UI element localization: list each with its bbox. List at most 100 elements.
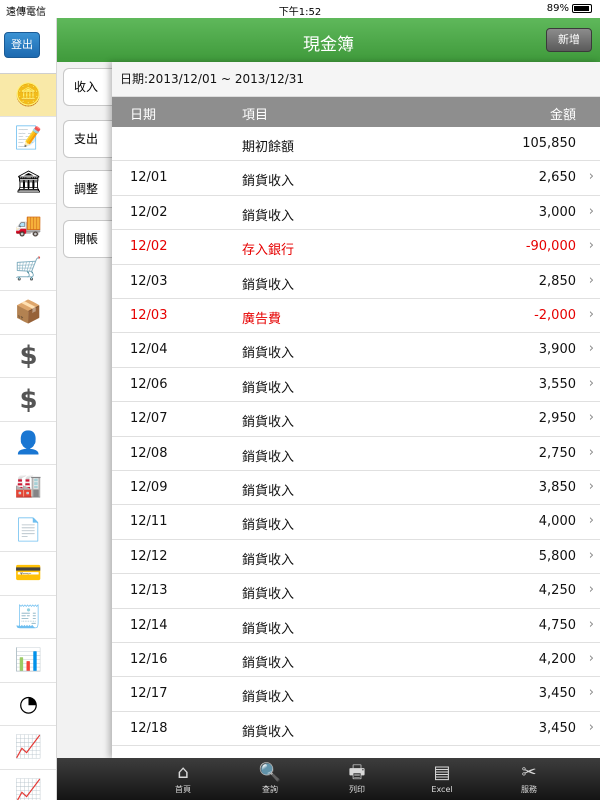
chevron-right-icon: › (588, 479, 594, 494)
row-date: 12/03 (130, 273, 168, 289)
row-date: 12/08 (130, 445, 168, 461)
row-amount: 3,450 (538, 686, 576, 702)
row-date: 12/16 (130, 652, 168, 667)
chevron-right-icon: › (588, 616, 594, 632)
printer-icon: 🖶 (348, 762, 366, 783)
table-row: 期初餘額 105,850 (112, 127, 600, 162)
chevron-right-icon: › (588, 375, 594, 391)
battery-indicator: 89% (547, 3, 592, 14)
bank-icon[interactable]: 🏛 (0, 161, 56, 204)
table-row[interactable]: 12/02 銷貨收入 3,000 › (112, 195, 600, 231)
chevron-right-icon: › (588, 410, 594, 426)
table-row[interactable]: 12/11 銷貨收入 4,000 › (112, 505, 600, 540)
row-date: 12/12 (130, 548, 168, 564)
table-row[interactable]: 12/01 銷貨收入 2,650 › (112, 161, 600, 196)
pie-chart-icon[interactable]: ◔ (0, 683, 56, 726)
form-edit-icon[interactable]: 📝 (0, 117, 56, 161)
coins-icon[interactable]: 🪙 (0, 74, 56, 117)
row-item: 銷貨收入 (242, 656, 295, 671)
row-amount: 3,850 (538, 480, 576, 495)
tab-adjust[interactable]: 調整 (63, 170, 115, 208)
dollar-out-icon[interactable]: $ (0, 378, 56, 422)
bar-chart-icon[interactable]: 📊 (0, 639, 56, 683)
toolbar-home-button[interactable]: ⌂ 首頁 (153, 758, 213, 800)
tab-opening[interactable]: 開帳 (63, 220, 115, 258)
page-title: 現金簿 (303, 35, 354, 55)
inventory-cart-icon[interactable]: 🛒 (0, 248, 56, 291)
credit-card-icon[interactable]: 💳 (0, 552, 56, 596)
row-date: 12/06 (130, 376, 168, 392)
table-row[interactable]: 12/09 銷貨收入 3,850 › (112, 471, 600, 506)
chevron-right-icon: › (588, 169, 594, 185)
dollar-in-icon[interactable]: $ (0, 335, 56, 378)
date-range: 日期:2013/12/01 ~ 2013/12/31 (112, 62, 600, 97)
table-row[interactable]: 12/16 銷貨收入 4,200 › (112, 643, 600, 678)
trend-chart-icon[interactable]: 📈 (0, 770, 56, 800)
row-date: 12/09 (130, 480, 168, 495)
battery-percent: 89% (546, 3, 569, 14)
row-amount: 2,850 (538, 273, 576, 289)
row-date: 12/14 (130, 617, 168, 633)
row-amount: 2,750 (538, 445, 576, 461)
chevron-right-icon: › (588, 203, 594, 219)
toolbar-tools-button[interactable]: ✂ 服務 (499, 758, 559, 800)
row-item: 存入銀行 (242, 243, 295, 259)
table-row[interactable]: 12/02 存入銀行 -90,000 › (112, 230, 600, 265)
logout-area: 登出 (0, 18, 56, 74)
document-box-icon[interactable]: 📄 (0, 509, 56, 552)
table-header: 日期 項目 金額 (112, 97, 600, 127)
factory-icon[interactable]: 🏭 (0, 465, 56, 509)
row-date: 12/13 (130, 583, 168, 599)
table-row[interactable]: 12/17 銷貨收入 3,450 › (112, 677, 600, 712)
tools-icon: ✂ (521, 762, 537, 783)
table-row[interactable]: 12/12 銷貨收入 5,800 › (112, 539, 600, 575)
toolbar-excel-button[interactable]: ▤ Excel (412, 758, 472, 800)
table-row[interactable]: 12/03 銷貨收入 2,850 › (112, 264, 600, 299)
person-icon[interactable]: 👤 (0, 422, 56, 465)
line-chart-icon[interactable]: 📈 (0, 726, 56, 770)
row-date: 12/01 (130, 170, 168, 186)
row-item: 銷貨收入 (242, 415, 295, 431)
tab-income[interactable]: 收入 (63, 68, 115, 106)
toolbar-label: 查詢 (262, 785, 278, 794)
table-row[interactable]: 12/06 銷貨收入 3,550 › (112, 367, 600, 403)
boxes-icon[interactable]: 📦 (0, 291, 56, 335)
table-row[interactable]: 12/03 廣告費 -2,000 › (112, 299, 600, 334)
row-amount: 3,550 (538, 376, 576, 392)
table-row[interactable]: 12/18 銷貨收入 3,450 › (112, 711, 600, 747)
add-button[interactable]: 新增 (546, 28, 592, 52)
row-item: 銷貨收入 (242, 552, 295, 568)
row-amount: 105,850 (522, 136, 576, 151)
row-amount: 4,750 (538, 617, 576, 633)
toolbar-label: 服務 (521, 785, 537, 794)
coins-document-icon[interactable]: 🧾 (0, 596, 56, 639)
chevron-right-icon: › (588, 685, 594, 701)
table-row[interactable]: 12/14 銷貨收入 4,750 › (112, 608, 600, 643)
row-item: 銷貨收入 (242, 277, 295, 293)
row-date: 12/07 (130, 411, 168, 427)
row-item: 銷貨收入 (242, 724, 295, 740)
row-item: 銷貨收入 (242, 621, 295, 637)
delivery-truck-icon[interactable]: 🚚 (0, 204, 56, 248)
row-item: 廣告費 (242, 312, 282, 327)
row-amount: 3,450 (538, 720, 576, 736)
row-date: 12/18 (130, 720, 168, 736)
table-row[interactable]: 12/13 銷貨收入 4,250 › (112, 574, 600, 609)
row-item: 銷貨收入 (242, 518, 295, 534)
table-row[interactable]: 12/07 銷貨收入 2,950 › (112, 402, 600, 437)
row-amount: 2,650 (538, 170, 576, 186)
table-row[interactable]: 12/04 銷貨收入 3,900 › (112, 333, 600, 368)
toolbar-printer-button[interactable]: 🖶 列印 (327, 758, 387, 800)
row-item: 銷貨收入 (242, 380, 295, 396)
chevron-right-icon: › (588, 341, 594, 357)
row-item: 銷貨收入 (242, 346, 295, 362)
header-item: 項目 (242, 108, 269, 123)
left-nav-strip: 登出 🪙 📝 🏛 🚚 🛒 📦 $ $ 👤 🏭 📄 💳 🧾 📊 ◔ 📈 📈 (0, 18, 57, 800)
row-date: 12/17 (130, 686, 168, 702)
row-amount: 4,250 (538, 583, 576, 599)
logout-button[interactable]: 登出 (4, 32, 40, 58)
tab-expense[interactable]: 支出 (63, 120, 115, 158)
table-row[interactable]: 12/08 銷貨收入 2,750 › (112, 436, 600, 471)
toolbar-search-document-button[interactable]: 🔍 查詢 (240, 758, 300, 800)
search-document-icon: 🔍 (258, 762, 282, 783)
